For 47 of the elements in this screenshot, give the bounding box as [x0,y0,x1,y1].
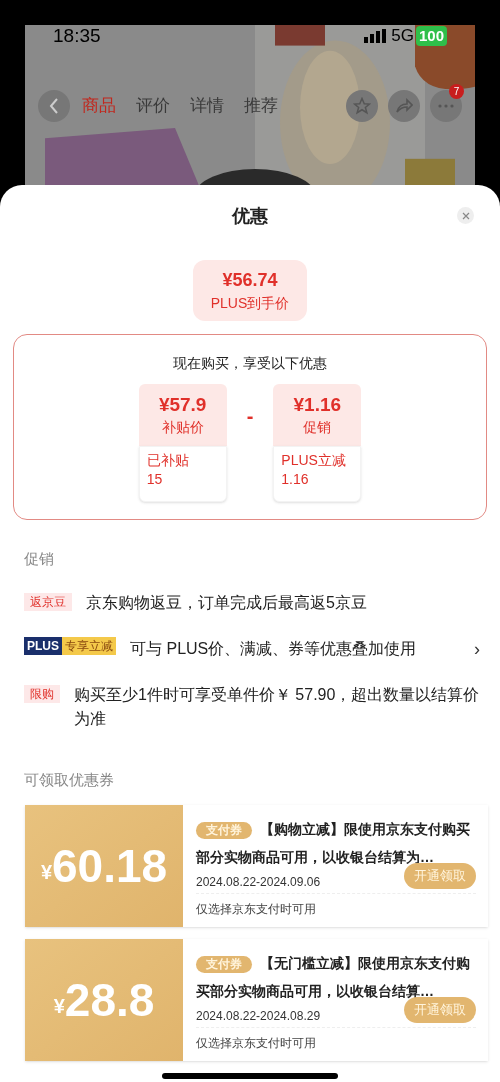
signal-icon [364,29,387,43]
promo-text: 京东购物返豆，订单完成后最高返5京豆 [86,592,368,613]
price-detail: PLUS立减 1.16 [273,446,362,502]
minus-sign: - [246,404,254,429]
coupon-tag: 支付券 [196,822,252,839]
tag-label: 专享立减 [62,636,116,655]
price-detail: 已补贴 15 [138,446,227,502]
nav-tab[interactable]: 商品 [82,93,116,119]
section-heading: 促销 [24,549,55,569]
coupon-dates: 2024.08.22-2024.08.29 [196,1008,321,1025]
close-button[interactable] [457,207,474,224]
coupon-currency: ¥ [40,861,52,885]
coupon-amount: 60.18 [52,841,168,891]
coupon-tag: 支付券 [196,956,252,973]
coupon-note: 仅选择京东支付时可用 [196,902,316,916]
price-label: 补贴价 [161,418,204,437]
nav-tab[interactable]: 评价 [136,93,170,119]
coupon-currency: ¥ [53,995,65,1019]
plus-label: PLUS [24,636,62,655]
price-label: 促销 [303,418,332,437]
promo-text: 购买至少1件时可享受单件价￥ 57.90，超出数量以结算价为准 [74,684,480,729]
coupon-note: 仅选择京东支付时可用 [196,1036,316,1050]
chevron[interactable]: › [474,636,480,661]
more-icon [438,104,454,108]
promo-tag: 限购 [24,684,60,703]
final-price-label: PLUS到手价 [210,293,290,313]
nav-tab[interactable]: 详情 [190,93,224,119]
sheet-title: 优惠 [232,204,268,228]
network-label: 5G [391,25,414,48]
nav-tab[interactable]: 推荐 [244,93,278,119]
price-value: ¥1.16 [293,393,342,417]
coupon-amount: 28.8 [64,975,155,1025]
coupon-dates: 2024.08.22-2024.09.06 [196,874,321,891]
star-icon [353,97,371,115]
breakdown-heading: 现在购买，享受以下优惠 [173,354,327,373]
share-icon [395,98,413,114]
close-icon [461,211,470,220]
promo-text: 可与 PLUS价、满减、券等优惠叠加使用 [130,638,418,659]
price-value: ¥57.9 [158,393,207,417]
section-heading: 可领取优惠券 [24,769,115,790]
status-time: 18:35 [53,25,101,48]
back-icon [49,98,59,114]
claim-button[interactable]: 开通领取 [404,863,476,889]
battery-indicator: 100 [415,26,447,46]
claim-button[interactable]: 开通领取 [404,997,476,1023]
promo-tag: 返京豆 [24,592,72,611]
final-price: ¥56.74 [222,268,278,292]
